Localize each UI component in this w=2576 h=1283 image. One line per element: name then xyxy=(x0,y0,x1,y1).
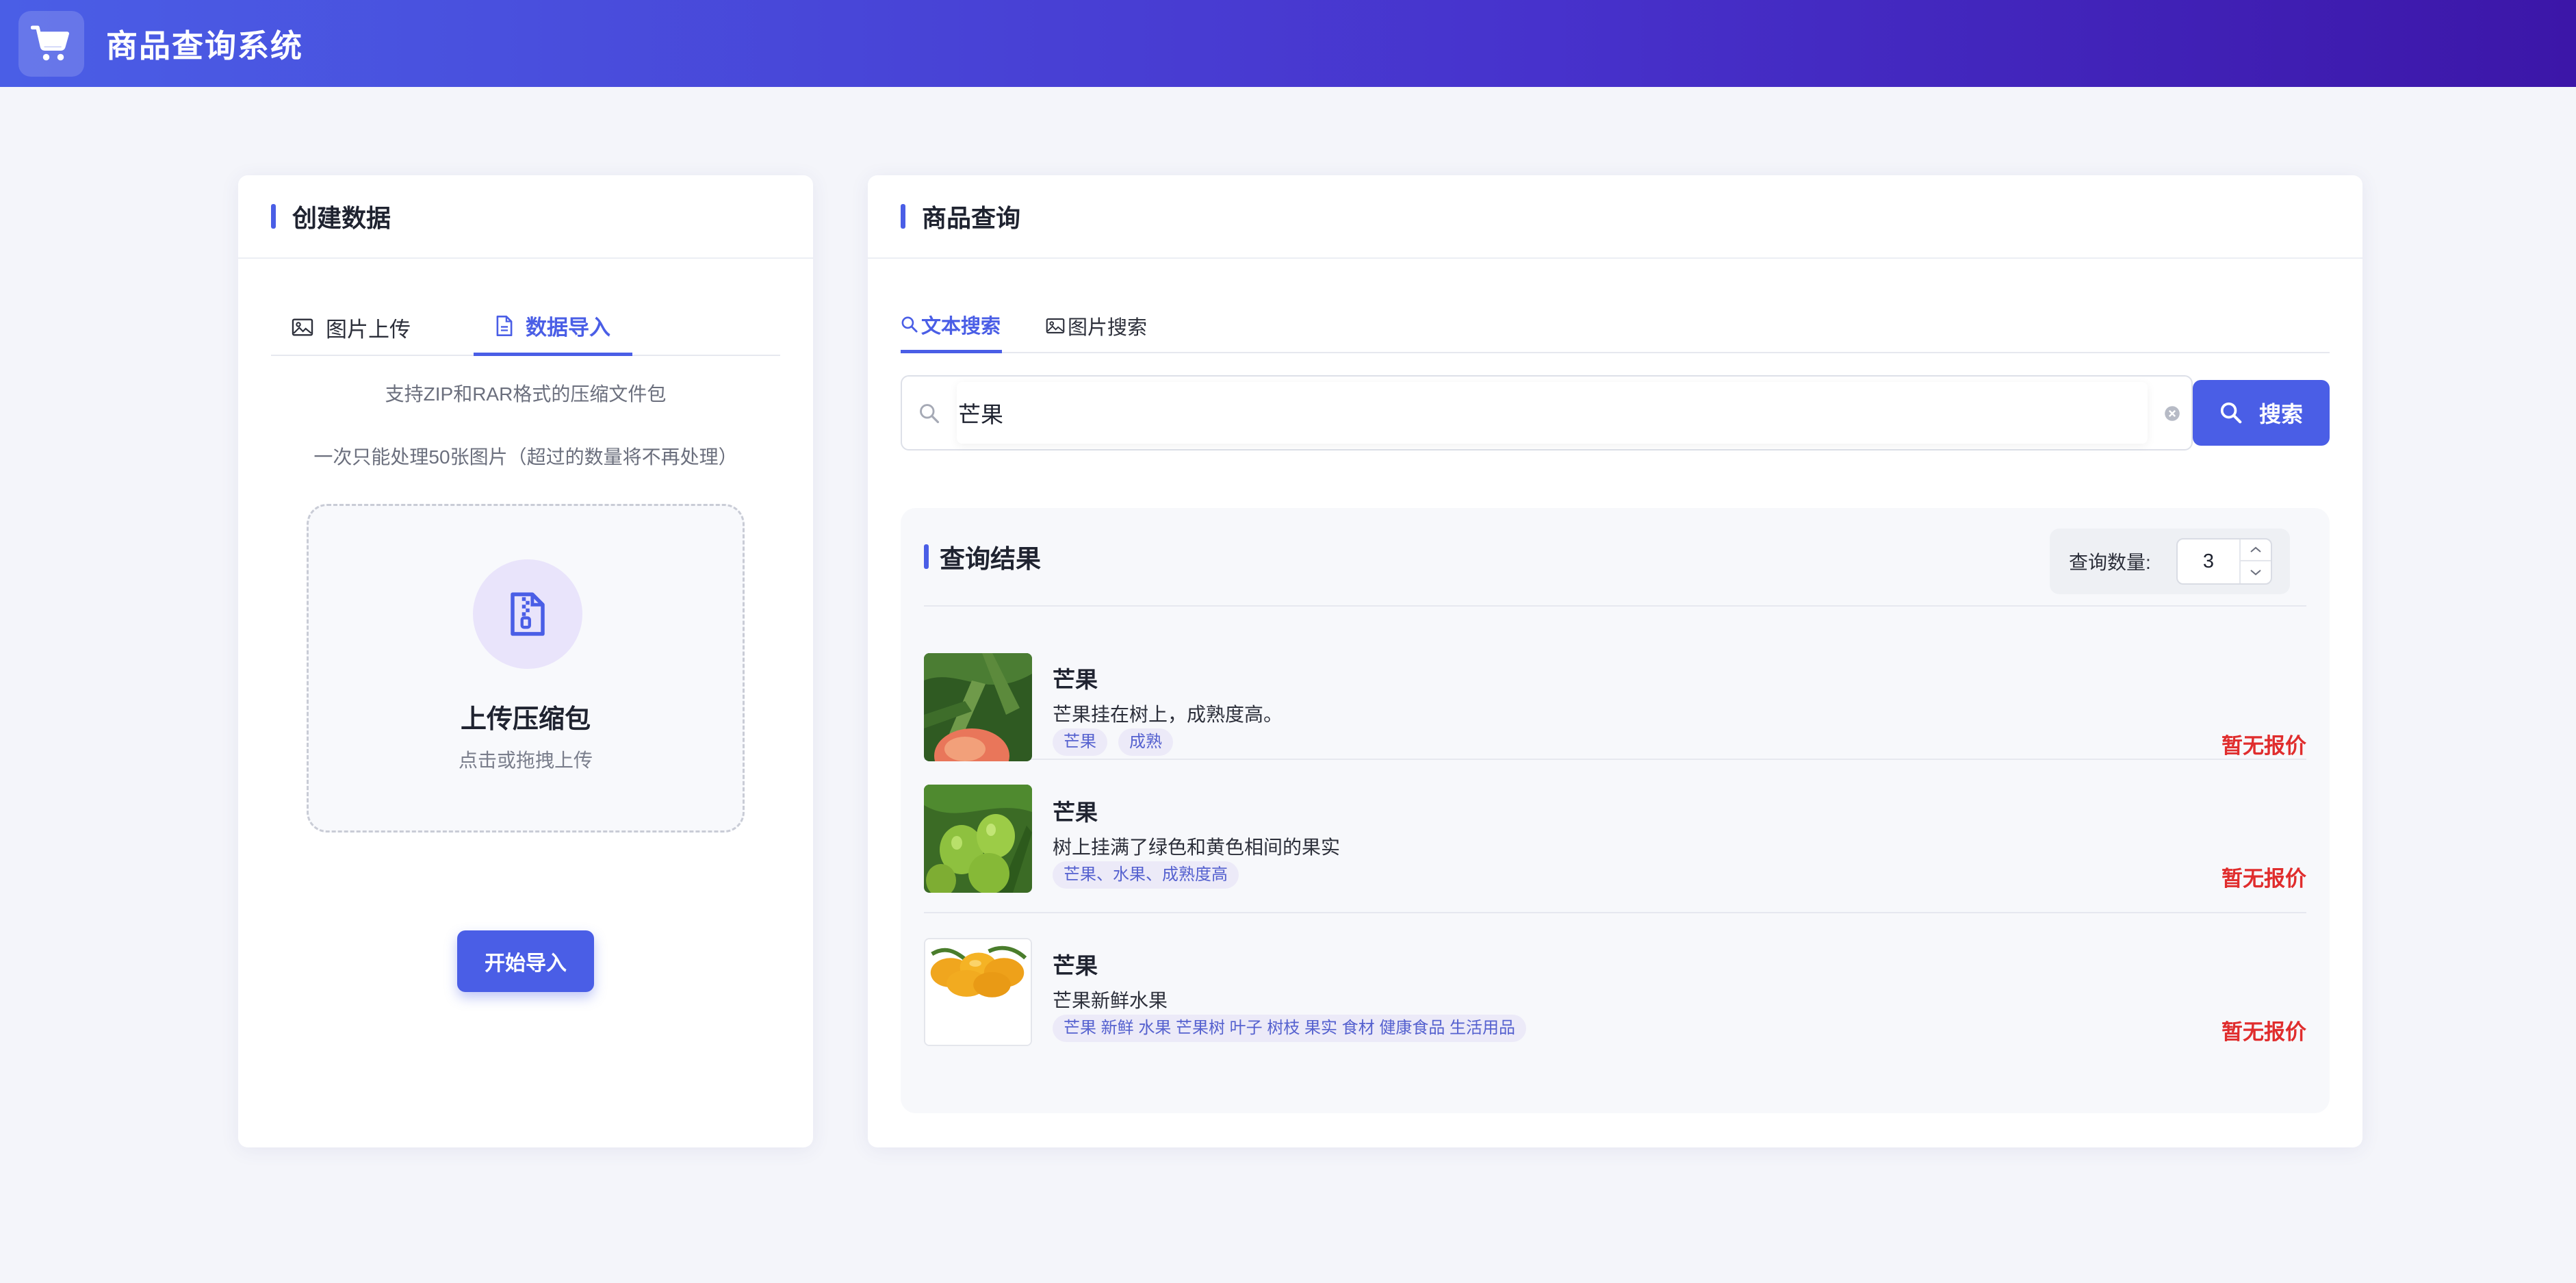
search-icon xyxy=(901,316,918,333)
product-tags: 芒果、水果、成熟度高 xyxy=(1053,861,1239,889)
upload-dropzone[interactable]: 上传压缩包 点击或拖拽上传 xyxy=(307,504,745,833)
product-name: 芒果 xyxy=(1053,794,1098,827)
document-icon xyxy=(495,315,513,337)
tab-image-upload[interactable]: 图片上传 xyxy=(271,298,474,356)
product-tags: 芒果 新鲜 水果 芒果树 叶子 树枝 果实 食材 健康食品 生活用品 xyxy=(1053,1015,1526,1042)
product-tag: 芒果 xyxy=(1053,728,1107,756)
search-input-value: 芒果 xyxy=(958,396,1003,429)
product-description: 芒果新鲜水果 xyxy=(1053,986,1168,1013)
create-panel-header: 创建数据 xyxy=(238,175,813,259)
search-button[interactable]: 搜索 xyxy=(2193,380,2330,446)
tab-image-search[interactable]: 图片搜索 xyxy=(1046,298,1147,353)
result-count-value: 3 xyxy=(2178,539,2239,583)
product-name: 芒果 xyxy=(1053,948,1098,980)
tab-image-search-label: 图片搜索 xyxy=(1068,312,1147,340)
result-item[interactable]: 芒果 树上挂满了绿色和黄色相间的果实 芒果、水果、成熟度高 暂无报价 xyxy=(924,760,2306,913)
upload-subtitle: 点击或拖拽上传 xyxy=(309,746,743,773)
shopping-cart-icon xyxy=(31,25,72,63)
search-box: 芒果 xyxy=(901,375,2193,450)
title-accent-bar xyxy=(271,204,276,229)
query-panel-header: 商品查询 xyxy=(868,175,2362,259)
result-count-stepper[interactable]: 3 xyxy=(2176,538,2272,585)
product-description: 树上挂满了绿色和黄色相间的果实 xyxy=(1053,833,1340,860)
start-import-button[interactable]: 开始导入 xyxy=(457,930,594,992)
product-tag: 成熟 xyxy=(1118,728,1173,756)
chevron-down-icon xyxy=(2249,568,2263,576)
query-panel-title: 商品查询 xyxy=(922,199,1020,234)
increment-button[interactable] xyxy=(2241,539,2271,561)
clear-icon[interactable] xyxy=(2164,405,2180,422)
chevron-up-icon xyxy=(2249,546,2263,554)
title-accent-bar xyxy=(901,204,905,229)
product-query-panel: 商品查询 文本搜索 图片搜索 芒果 xyxy=(868,175,2362,1147)
product-name: 芒果 xyxy=(1053,661,1098,694)
product-price: 暂无报价 xyxy=(2221,728,2306,759)
search-icon xyxy=(2219,401,2243,424)
results-header: 查询结果 查询数量: 3 xyxy=(924,508,2306,607)
create-tabs: 图片上传 数据导入 xyxy=(271,298,780,356)
limit-hint: 一次只能处理50张图片（超过的数量将不再处理） xyxy=(238,442,813,470)
search-input[interactable]: 芒果 xyxy=(957,382,2148,444)
tab-text-search-label: 文本搜索 xyxy=(921,310,1001,339)
product-thumbnail xyxy=(924,785,1032,893)
product-price: 暂无报价 xyxy=(2221,861,2306,892)
tab-data-import[interactable]: 数据导入 xyxy=(474,298,632,356)
product-price: 暂无报价 xyxy=(2221,1015,2306,1045)
zip-file-icon xyxy=(508,592,547,637)
create-data-panel: 创建数据 图片上传 数据导入 支持ZIP和RAR格式的压缩文件包 一次只能处理5… xyxy=(238,175,813,1147)
tab-image-upload-label: 图片上传 xyxy=(326,312,411,343)
stepper-arrows xyxy=(2239,539,2271,583)
product-tag: 芒果 新鲜 水果 芒果树 叶子 树枝 果实 食材 健康食品 生活用品 xyxy=(1053,1015,1526,1042)
result-count-label: 查询数量: xyxy=(2069,548,2151,575)
result-item[interactable]: 芒果 芒果挂在树上，成熟度高。 芒果 成熟 暂无报价 xyxy=(924,607,2306,760)
product-tag: 芒果、水果、成熟度高 xyxy=(1053,861,1239,889)
create-panel-title: 创建数据 xyxy=(292,199,391,234)
logo xyxy=(18,11,84,77)
image-icon xyxy=(292,318,313,337)
upload-icon-circle xyxy=(473,559,582,669)
search-button-label: 搜索 xyxy=(2259,397,2303,429)
result-item[interactable]: 芒果 芒果新鲜水果 芒果 新鲜 水果 芒果树 叶子 树枝 果实 食材 健康食品 … xyxy=(924,913,2306,1067)
tab-data-import-label: 数据导入 xyxy=(526,310,610,341)
app-header: 商品查询系统 xyxy=(0,0,2576,87)
decrement-button[interactable] xyxy=(2241,561,2271,583)
tab-text-search[interactable]: 文本搜索 xyxy=(901,298,1002,353)
result-count-control: 查询数量: 3 xyxy=(2050,529,2290,594)
product-thumbnail xyxy=(924,938,1032,1046)
upload-title: 上传压缩包 xyxy=(309,698,743,735)
search-icon xyxy=(918,403,940,424)
results-title: 查询结果 xyxy=(940,538,1041,575)
format-hint: 支持ZIP和RAR格式的压缩文件包 xyxy=(238,379,813,407)
app-title: 商品查询系统 xyxy=(106,21,303,66)
results-panel: 查询结果 查询数量: 3 xyxy=(901,508,2330,1113)
search-mode-tabs: 文本搜索 图片搜索 xyxy=(901,298,2330,353)
image-icon xyxy=(1046,318,1065,334)
product-tags: 芒果 成熟 xyxy=(1053,728,1173,756)
title-accent-bar xyxy=(924,544,929,569)
product-thumbnail xyxy=(924,653,1032,761)
product-description: 芒果挂在树上，成熟度高。 xyxy=(1053,700,1283,727)
